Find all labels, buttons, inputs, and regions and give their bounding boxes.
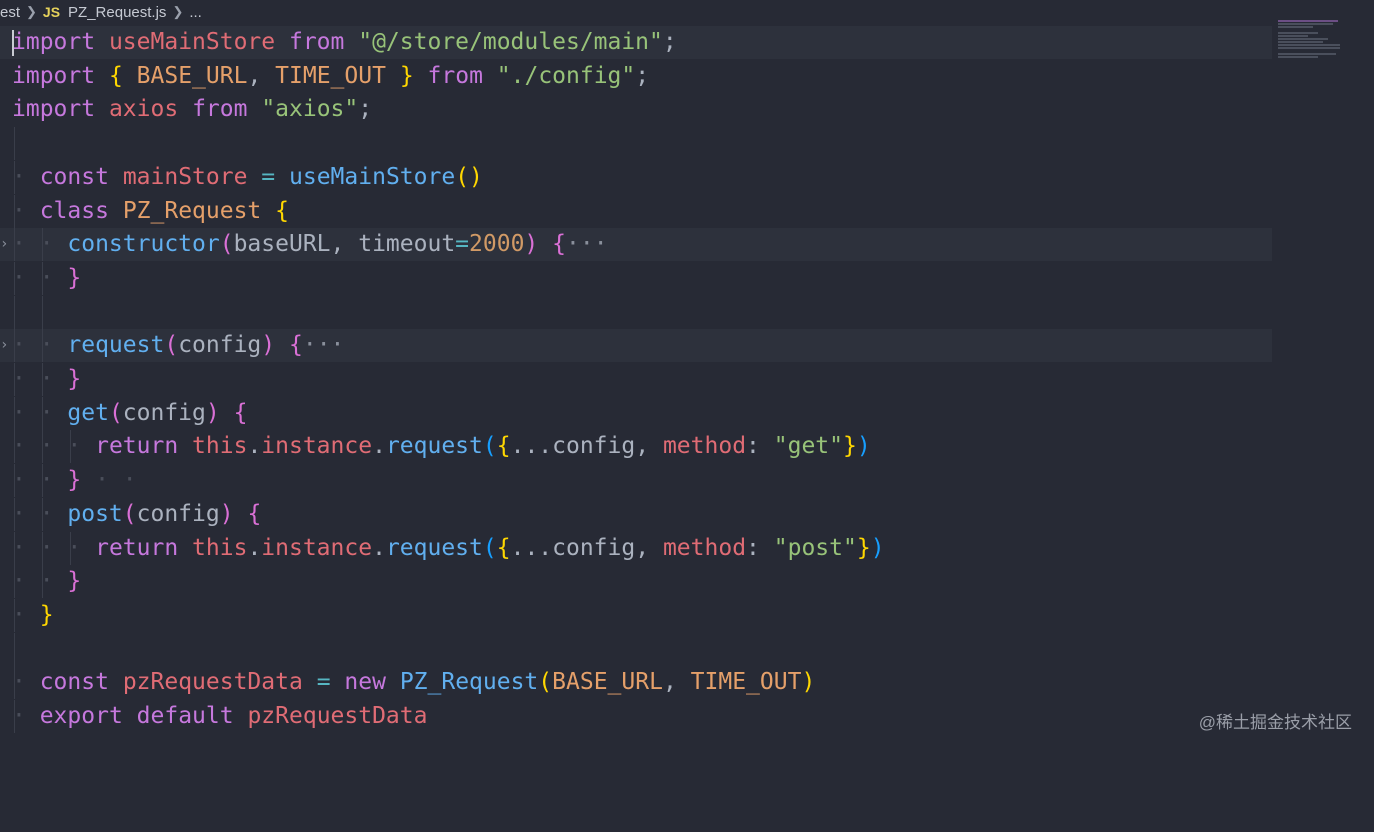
code-line: · · post(config) { [0, 497, 1272, 531]
chevron-right-icon: ❯ [172, 4, 184, 19]
breadcrumb: est ❯ JS PZ_Request.js ❯ ... [0, 0, 1374, 24]
code-line [0, 295, 1272, 329]
chevron-right-icon[interactable]: › [0, 228, 8, 261]
code-line: import useMainStore from "@/store/module… [0, 26, 1272, 59]
javascript-file-icon: JS [42, 4, 61, 20]
code-line: import axios from "axios"; [12, 96, 373, 123]
code-line: · const pzRequestData = new PZ_Request(B… [0, 666, 1272, 700]
code-line: · · · return this.instance.request({...c… [0, 531, 1272, 565]
code-line: import { BASE_URL, TIME_OUT } from "./co… [12, 62, 650, 89]
code-line: · class PZ_Request { [0, 194, 1272, 228]
chevron-right-icon[interactable]: › [0, 329, 8, 362]
code-line: · · } [0, 363, 1272, 396]
code-line: · · get(config) { [0, 396, 1272, 430]
code-editor[interactable]: import useMainStore from "@/store/module… [0, 26, 1272, 755]
chevron-right-icon: ❯ [26, 4, 37, 19]
code-line: · · } [0, 261, 1272, 295]
code-line: · · · return this.instance.request({...c… [0, 430, 1272, 464]
code-line: · · } · · [0, 464, 1272, 498]
breadcrumb-symbols[interactable]: ... [189, 4, 202, 21]
code-line: · } [0, 598, 1272, 632]
breadcrumb-file[interactable]: PZ_Request.js [68, 4, 166, 21]
watermark: @稀土掘金技术社区 [1198, 713, 1352, 732]
code-line: › · · constructor(baseURL, timeout=2000)… [0, 228, 1272, 262]
code-line: · export default pzRequestData [0, 700, 1272, 733]
code-line: › · · request(config) {··· [0, 329, 1272, 363]
code-line [0, 127, 1272, 161]
breadcrumb-folder[interactable]: est [0, 4, 20, 21]
code-line: · const mainStore = useMainStore() [0, 160, 1272, 194]
minimap[interactable] [1278, 20, 1348, 70]
code-line: · · } [0, 565, 1272, 599]
code-line [0, 632, 1272, 666]
